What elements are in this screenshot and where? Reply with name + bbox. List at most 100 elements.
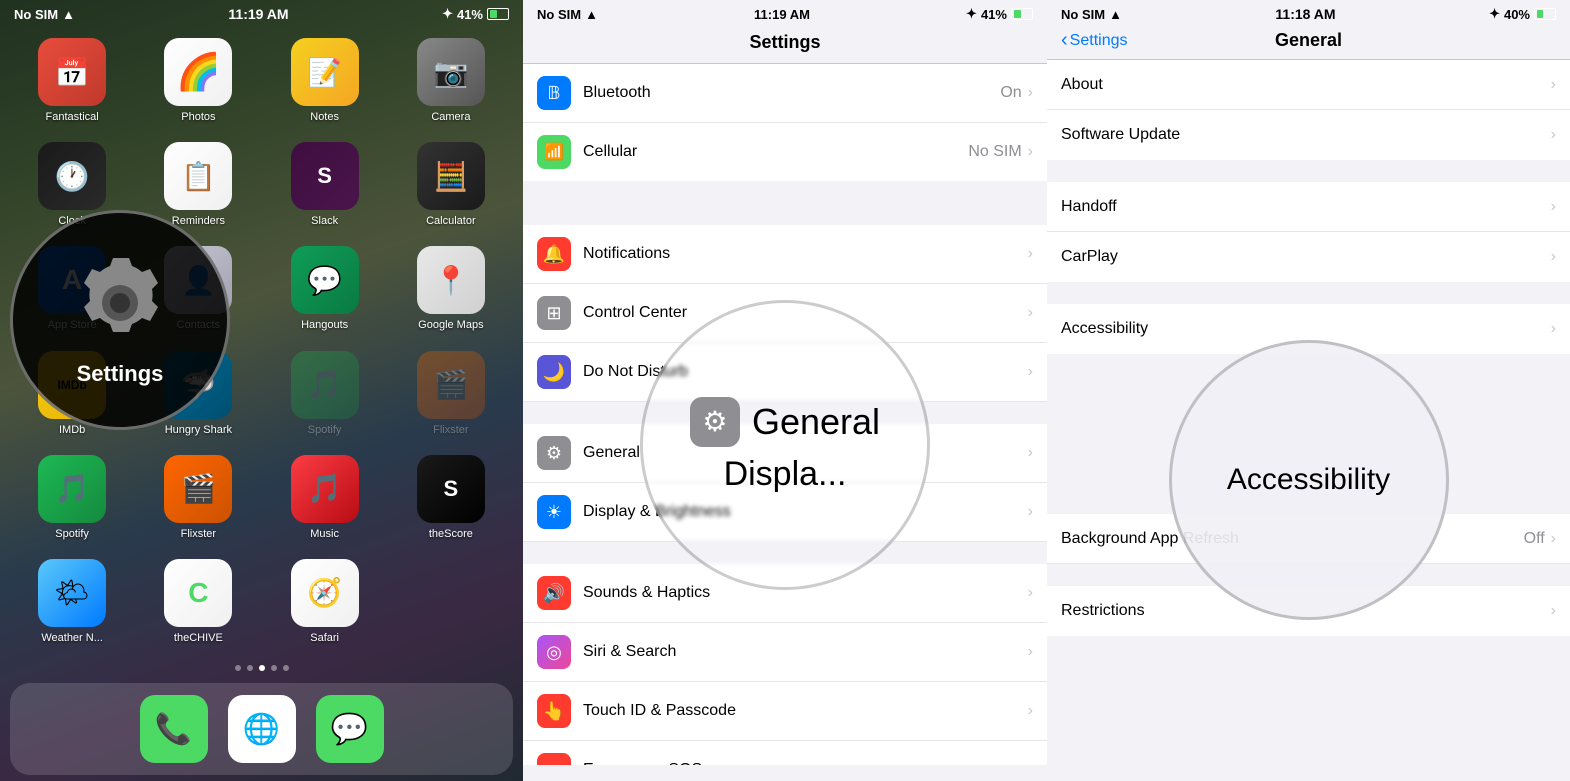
general-bt-icon: ✦	[1489, 6, 1500, 22]
restrictions-chevron: ›	[1551, 602, 1556, 620]
app-safari-label: Safari	[310, 632, 339, 645]
settings-row-sos[interactable]: SOS Emergency SOS ›	[523, 741, 1047, 765]
dock-phone[interactable]: 📞	[140, 695, 208, 763]
general-battery-icon	[1534, 8, 1556, 20]
app-weather-label: Weather N...	[41, 632, 103, 645]
cellular-icon-wrap: 📶	[537, 135, 571, 169]
dot-5	[283, 665, 289, 671]
general-chevron: ›	[1028, 444, 1033, 462]
app-photos[interactable]: 🌈 Photos	[140, 38, 256, 124]
general-row-about[interactable]: About ›	[1047, 60, 1570, 110]
panel-settings: No SIM ▲ 11:19 AM ✦ 41% Settings 𝔹 Bluet…	[523, 0, 1047, 781]
accessibility-label: Accessibility	[1061, 320, 1551, 338]
dnd-icon-wrap: 🌙	[537, 355, 571, 389]
dot-3	[259, 665, 265, 671]
app-thechive[interactable]: C theCHIVE	[140, 559, 256, 645]
battery-icon	[487, 8, 509, 20]
app-reminders[interactable]: 📋 Reminders	[140, 142, 256, 228]
app-music-icon: 🎵	[291, 455, 359, 523]
settings-time: 11:19 AM	[754, 7, 810, 22]
app-clock-icon: 🕐	[38, 142, 106, 210]
settings-status-left: No SIM ▲	[537, 7, 598, 22]
touchid-icon-wrap: 👆	[537, 694, 571, 728]
general-circle-display-row: Displa...	[724, 455, 847, 494]
app-notes[interactable]: 📝 Notes	[267, 38, 383, 124]
touchid-chevron: ›	[1028, 702, 1033, 720]
bgrefresh-chevron: ›	[1551, 530, 1556, 548]
general-circle-content: ⚙ General	[690, 397, 880, 447]
general-row-handoff[interactable]: Handoff ›	[1047, 182, 1570, 232]
general-gear-icon: ⚙	[690, 397, 740, 447]
app-music[interactable]: 🎵 Music	[267, 455, 383, 541]
app-camera-label: Camera	[431, 111, 470, 124]
nav-back-button[interactable]: ‹ Settings	[1061, 29, 1127, 52]
app-reminders-icon: 📋	[164, 142, 232, 210]
app-safari-icon: 🧭	[291, 559, 359, 627]
app-hangouts[interactable]: 💬 Hangouts	[267, 246, 383, 332]
settings-row-cellular[interactable]: 📶 Cellular No SIM ›	[523, 123, 1047, 181]
bluetooth-icon-wrap: 𝔹	[537, 76, 571, 110]
app-flixster-label: Flixster	[433, 424, 468, 437]
app-googlemaps[interactable]: 📍 Google Maps	[393, 246, 509, 332]
app-notes-label: Notes	[310, 111, 339, 124]
app-imdb-label: IMDb	[59, 424, 85, 437]
app-slack[interactable]: S Slack	[267, 142, 383, 228]
app-calculator[interactable]: 🧮 Calculator	[393, 142, 509, 228]
general-section-gap-1	[1047, 160, 1570, 182]
siri-icon-wrap: ◎	[537, 635, 571, 669]
app-safari[interactable]: 🧭 Safari	[267, 559, 383, 645]
about-label: About	[1061, 76, 1551, 94]
dot-1	[235, 665, 241, 671]
sounds-icon-wrap: 🔊	[537, 576, 571, 610]
settings-row-bluetooth[interactable]: 𝔹 Bluetooth On ›	[523, 64, 1047, 123]
home-dock: 📞 🌐 💬	[10, 683, 513, 775]
settings-row-siri[interactable]: ◎ Siri & Search ›	[523, 623, 1047, 682]
app-spotify2-label: Spotify	[55, 528, 89, 541]
settings-row-touchid[interactable]: 👆 Touch ID & Passcode ›	[523, 682, 1047, 741]
app-flixster[interactable]: 🎬 Flixster	[393, 351, 509, 437]
app-fantastical-icon: 📅	[38, 38, 106, 106]
sounds-icon: 🔊	[543, 583, 565, 604]
dock-messages[interactable]: 💬	[316, 695, 384, 763]
general-row-carplay[interactable]: CarPlay ›	[1047, 232, 1570, 282]
app-camera[interactable]: 📷 Camera	[393, 38, 509, 124]
battery-fill	[490, 10, 497, 18]
general-icon-wrap: ⚙	[537, 436, 571, 470]
app-spotify-icon: 🎵	[291, 351, 359, 419]
display-chevron: ›	[1028, 503, 1033, 521]
general-row-softwareupdate[interactable]: Software Update ›	[1047, 110, 1570, 160]
battery-label: 41%	[457, 7, 483, 22]
settings-carrier: No SIM	[537, 7, 581, 22]
home-page-dots	[0, 657, 523, 679]
app-spotify[interactable]: 🎵 Spotify	[267, 351, 383, 437]
general-wifi-icon: ▲	[1109, 7, 1122, 22]
general-status-right: ✦ 40%	[1489, 6, 1556, 22]
settings-status-right: ✦ 41%	[966, 6, 1033, 22]
general-nav-bar: ‹ Settings General	[1047, 26, 1570, 60]
accessibility-circle-overlay: Accessibility	[1169, 340, 1449, 620]
app-weather[interactable]: 🌤 Weather N...	[14, 559, 130, 645]
carplay-chevron: ›	[1551, 248, 1556, 266]
app-thescore[interactable]: S theScore	[393, 455, 509, 541]
softwareupdate-chevron: ›	[1551, 126, 1556, 144]
general-circle-overlay: ⚙ General Displa...	[640, 300, 930, 590]
accessibility-chevron: ›	[1551, 320, 1556, 338]
status-right: ✦ 41%	[442, 6, 509, 22]
general-battery-fill	[1537, 10, 1543, 18]
panel-home: No SIM ▲ 11:19 AM ✦ 41% 📅 Fantastical 🌈 …	[0, 0, 523, 781]
app-fantastical[interactable]: 📅 Fantastical	[14, 38, 130, 124]
status-left: No SIM ▲	[14, 7, 75, 22]
dock-chrome[interactable]: 🌐	[228, 695, 296, 763]
app-hangouts-label: Hangouts	[301, 319, 348, 332]
app-slack-label: Slack	[311, 215, 338, 228]
controlcenter-chevron: ›	[1028, 304, 1033, 322]
bgrefresh-value: Off	[1524, 530, 1545, 548]
siri-icon: ◎	[546, 642, 562, 663]
general-settings-icon: ⚙	[546, 443, 562, 464]
app-flixster2[interactable]: 🎬 Flixster	[140, 455, 256, 541]
app-spotify2[interactable]: 🎵 Spotify	[14, 455, 130, 541]
display-icon: ☀	[546, 502, 562, 523]
settings-row-notifications[interactable]: 🔔 Notifications ›	[523, 225, 1047, 284]
general-carrier: No SIM	[1061, 7, 1105, 22]
cellular-icon: 📶	[544, 142, 564, 162]
